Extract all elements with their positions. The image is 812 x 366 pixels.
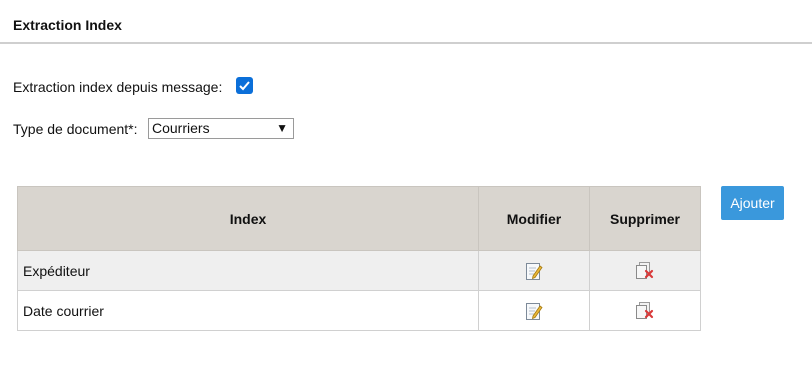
table-row: Expéditeur [17, 250, 701, 291]
extraction-checkbox[interactable] [236, 77, 253, 94]
check-icon [239, 81, 250, 91]
add-button[interactable]: Ajouter [721, 186, 784, 220]
doctype-label: Type de document*: [13, 121, 138, 137]
table-row: Date courrier [17, 290, 701, 331]
table-header-row: Index Modifier Supprimer [17, 186, 701, 251]
edit-icon[interactable] [525, 301, 543, 321]
delete-cell [589, 290, 701, 331]
doctype-select[interactable]: Courriers ▼ [148, 118, 294, 139]
delete-icon[interactable] [635, 261, 655, 281]
modify-cell [478, 250, 590, 291]
doctype-selected-value: Courriers [152, 120, 210, 136]
index-name-cell: Expéditeur [17, 250, 479, 291]
edit-icon[interactable] [525, 261, 543, 281]
modify-cell [478, 290, 590, 331]
section-title: Extraction Index [13, 17, 122, 33]
index-name-cell: Date courrier [17, 290, 479, 331]
delete-cell [589, 250, 701, 291]
dropdown-arrow-icon: ▼ [276, 121, 288, 135]
delete-icon[interactable] [635, 301, 655, 321]
header-delete: Supprimer [589, 186, 701, 251]
index-table: Index Modifier Supprimer Expéditeur Date… [17, 186, 701, 331]
extraction-label: Extraction index depuis message: [13, 79, 223, 95]
section-divider [0, 42, 812, 44]
header-index: Index [17, 186, 479, 251]
header-modify: Modifier [478, 186, 590, 251]
